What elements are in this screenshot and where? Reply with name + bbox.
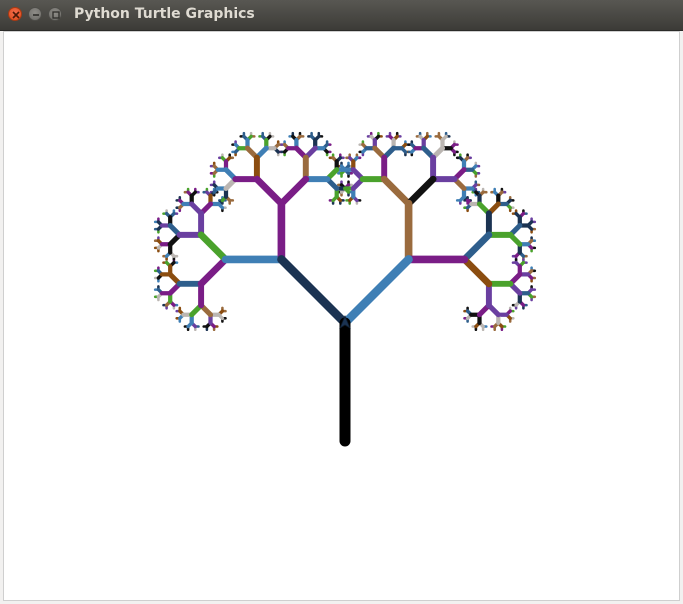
turtle-window: Python Turtle Graphics: [0, 0, 683, 604]
close-button[interactable]: [8, 7, 22, 21]
title-bar[interactable]: Python Turtle Graphics: [0, 0, 683, 31]
fractal-tree-drawing: [153, 131, 537, 447]
tree-branch: [277, 175, 310, 208]
tree-branch: [380, 175, 413, 208]
tree-branch: [197, 255, 230, 288]
tree-branch: [277, 255, 350, 328]
tree-branch: [340, 255, 413, 328]
tree-branch: [197, 231, 230, 263]
tree-branch: [460, 255, 493, 288]
tree-branch: [405, 175, 437, 208]
close-icon: [12, 11, 20, 19]
maximize-icon: [52, 11, 60, 19]
maximize-button[interactable]: [48, 7, 62, 21]
minimize-icon: [33, 14, 39, 16]
tree-branch: [253, 175, 285, 208]
turtle-canvas[interactable]: [3, 31, 680, 601]
minimize-button[interactable]: [28, 7, 42, 21]
window-title: Python Turtle Graphics: [74, 6, 255, 22]
tree-branch: [460, 231, 493, 263]
